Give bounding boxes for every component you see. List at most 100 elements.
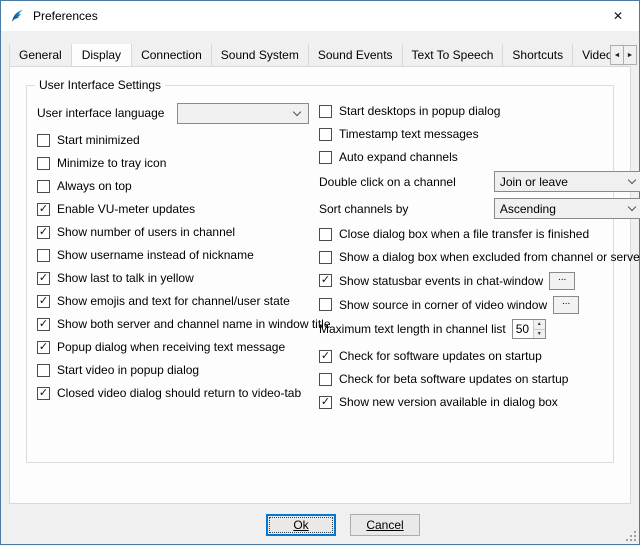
tab-general[interactable]: General xyxy=(9,44,72,66)
tab-sound-system[interactable]: Sound System xyxy=(211,44,309,66)
double-click-combobox[interactable]: Join or leave xyxy=(494,171,640,192)
chevron-down-icon xyxy=(293,107,301,115)
arrow-left-icon: ◄ xyxy=(614,52,621,59)
checkbox-check-for-software-updates-on-startup[interactable]: ✓Check for software updates on startup xyxy=(319,347,640,365)
right-checkbox-list-bottom: ✓Check for software updates on startup Ch… xyxy=(319,347,640,411)
checkbox-label: Popup dialog when receiving text message xyxy=(57,340,285,354)
statusbar-events-config-button[interactable]: ... xyxy=(549,272,575,290)
checkbox-close-dialog-box-when-a-file-transfer-is-finished[interactable]: Close dialog box when a file transfer is… xyxy=(319,225,640,243)
checkbox-box[interactable] xyxy=(319,298,332,311)
video-source-config-button[interactable]: ... xyxy=(553,296,579,314)
checkbox-label: Close dialog box when a file transfer is… xyxy=(339,227,589,241)
spinner-down-button[interactable]: ▼ xyxy=(534,329,545,339)
checkbox-box[interactable]: ✓ xyxy=(37,203,50,216)
title-bar: Preferences ✕ xyxy=(1,1,639,31)
double-click-row: Double click on a channel Join or leave xyxy=(319,171,640,192)
checkbox-start-desktops-in-popup-dialog[interactable]: Start desktops in popup dialog xyxy=(319,102,640,120)
tab-display[interactable]: Display xyxy=(71,44,132,66)
combo-value: Join or leave xyxy=(500,175,568,189)
checkbox-show-last-to-talk-in-yellow[interactable]: ✓Show last to talk in yellow xyxy=(37,269,309,287)
statusbar-events-checkbox-wrap: ✓Show statusbar events in chat-window xyxy=(319,272,543,290)
checkbox-box[interactable] xyxy=(37,180,50,193)
checkbox-box[interactable]: ✓ xyxy=(37,341,50,354)
checkbox-label: Show number of users in channel xyxy=(57,225,235,239)
close-button[interactable]: ✕ xyxy=(597,1,639,31)
checkbox-show-statusbar-events-in-chat-window[interactable]: ✓Show statusbar events in chat-window xyxy=(319,272,543,290)
checkbox-box[interactable]: ✓ xyxy=(319,350,332,363)
sort-channels-combobox[interactable]: Ascending xyxy=(494,198,640,219)
tab-strip: GeneralDisplayConnectionSound SystemSoun… xyxy=(9,44,631,66)
checkbox-box[interactable] xyxy=(319,151,332,164)
checkbox-check-for-beta-software-updates-on-startup[interactable]: Check for beta software updates on start… xyxy=(319,370,640,388)
checkbox-label: Show a dialog box when excluded from cha… xyxy=(339,250,640,264)
video-source-checkbox-wrap: Show source in corner of video window xyxy=(319,296,547,314)
checkbox-label: Minimize to tray icon xyxy=(57,156,166,170)
checkbox-label: Start video in popup dialog xyxy=(57,363,199,377)
ok-button[interactable]: Ok xyxy=(266,514,336,536)
checkbox-show-emojis-and-text-for-channel-user-state[interactable]: ✓ Show emojis and text for channel/user s… xyxy=(37,292,309,310)
combo-value: Ascending xyxy=(500,202,556,216)
checkbox-always-on-top[interactable]: Always on top xyxy=(37,177,309,195)
checkbox-box[interactable]: ✓ xyxy=(37,295,50,308)
checkbox-start-video-in-popup-dialog[interactable]: Start video in popup dialog xyxy=(37,361,309,379)
tab-scroll-left-button[interactable]: ◄ xyxy=(610,45,624,65)
checkbox-box[interactable] xyxy=(37,364,50,377)
checkbox-label: Start minimized xyxy=(57,133,140,147)
cancel-button[interactable]: Cancel xyxy=(350,514,420,536)
tab-sound-events[interactable]: Sound Events xyxy=(308,44,403,66)
checkbox-box[interactable]: ✓ xyxy=(319,396,332,409)
checkbox-minimize-to-tray-icon[interactable]: Minimize to tray icon xyxy=(37,154,309,172)
checkbox-box[interactable] xyxy=(319,105,332,118)
checkbox-label: Timestamp text messages xyxy=(339,127,479,141)
chevron-down-icon xyxy=(628,176,636,184)
checkbox-box[interactable]: ✓ xyxy=(37,318,50,331)
checkbox-box[interactable] xyxy=(319,128,332,141)
checkbox-label: Check for beta software updates on start… xyxy=(339,372,568,386)
checkbox-show-username-instead-of-nickname[interactable]: Show username instead of nickname xyxy=(37,246,309,264)
language-combobox[interactable] xyxy=(177,103,309,124)
checkbox-box[interactable]: ✓ xyxy=(319,274,332,287)
tab-shortcuts[interactable]: Shortcuts xyxy=(502,44,573,66)
checkbox-show-number-of-users-in-channel[interactable]: ✓ Show number of users in channel xyxy=(37,223,309,241)
group-user-interface-settings: User Interface Settings User interface l… xyxy=(26,85,614,463)
checkbox-show-both-server-and-channel-name-in-window-title[interactable]: ✓Show both server and channel name in wi… xyxy=(37,315,309,333)
checkbox-show-source-in-corner-of-video-window[interactable]: Show source in corner of video window xyxy=(319,296,547,314)
resize-grip[interactable] xyxy=(625,530,637,542)
tab-text-to-speech[interactable]: Text To Speech xyxy=(402,44,504,66)
checkbox-popup-dialog-when-receiving-text-message[interactable]: ✓ Popup dialog when receiving text messag… xyxy=(37,338,309,356)
checkbox-start-minimized[interactable]: Start minimized xyxy=(37,131,309,149)
window-title: Preferences xyxy=(33,9,98,23)
checkbox-box[interactable]: ✓ xyxy=(37,226,50,239)
checkbox-timestamp-text-messages[interactable]: Timestamp text messages xyxy=(319,125,640,143)
tab-connection[interactable]: Connection xyxy=(131,44,212,66)
sort-channels-label: Sort channels by xyxy=(319,202,408,216)
checkbox-label: Auto expand channels xyxy=(339,150,458,164)
checkbox-auto-expand-channels[interactable]: Auto expand channels xyxy=(319,148,640,166)
right-column: Start desktops in popup dialog Timestamp … xyxy=(309,102,640,416)
checkbox-box[interactable] xyxy=(37,134,50,147)
spinner-value: 50 xyxy=(513,320,533,338)
app-logo-feather-icon xyxy=(10,8,26,24)
max-text-length-spinner[interactable]: 50 ▲ ▼ xyxy=(512,319,546,339)
checkbox-closed-video-dialog-should-return-to-video-tab[interactable]: ✓Closed video dialog should return to vi… xyxy=(37,384,309,402)
checkbox-box[interactable]: ✓ xyxy=(37,272,50,285)
checkbox-box[interactable] xyxy=(37,157,50,170)
right-checkbox-list-mid: Close dialog box when a file transfer is… xyxy=(319,225,640,266)
checkbox-label: Start desktops in popup dialog xyxy=(339,104,500,118)
checkbox-box[interactable] xyxy=(319,228,332,241)
checkbox-box[interactable] xyxy=(37,249,50,262)
max-text-length-label: Maximum text length in channel list xyxy=(319,322,506,336)
checkbox-show-a-dialog-box-when-excluded-from-channel-or-server[interactable]: Show a dialog box when excluded from cha… xyxy=(319,248,640,266)
checkbox-label: Show both server and channel name in win… xyxy=(57,317,331,331)
statusbar-events-row: ✓Show statusbar events in chat-window ..… xyxy=(319,271,640,290)
checkbox-box[interactable]: ✓ xyxy=(37,387,50,400)
checkbox-box[interactable] xyxy=(319,373,332,386)
spinner-up-button[interactable]: ▲ xyxy=(534,320,545,329)
ok-button-label: Ok xyxy=(293,518,308,532)
tab-scroll-right-button[interactable]: ► xyxy=(623,45,637,65)
checkbox-show-new-version-available-in-dialog-box[interactable]: ✓Show new version available in dialog bo… xyxy=(319,393,640,411)
checkbox-box[interactable] xyxy=(319,251,332,264)
checkbox-label: Show emojis and text for channel/user st… xyxy=(57,294,290,308)
checkbox-enable-vu-meter-updates[interactable]: ✓Enable VU-meter updates xyxy=(37,200,309,218)
preferences-window: { "window": { "title": "Preferences" }, … xyxy=(0,0,640,545)
